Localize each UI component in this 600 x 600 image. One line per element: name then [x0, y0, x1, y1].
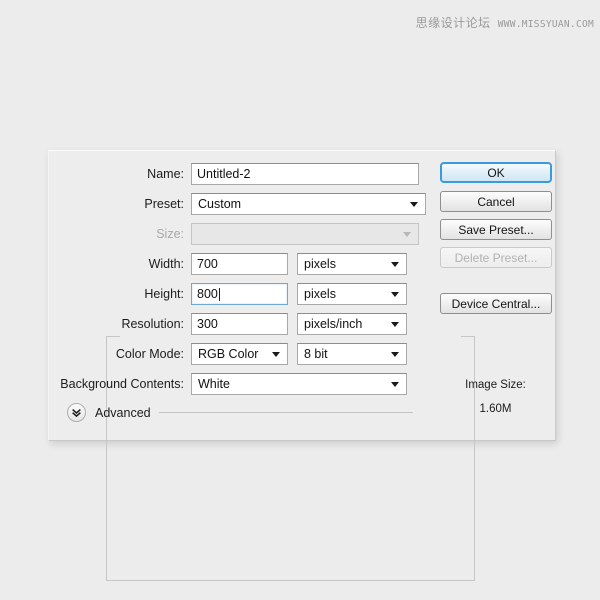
width-label: Width:: [148, 257, 184, 271]
resolution-row: Resolution: 300 pixels/inch: [49, 313, 407, 335]
resolution-label: Resolution:: [121, 317, 184, 331]
cancel-button[interactable]: Cancel: [440, 191, 552, 212]
width-unit-value: pixels: [304, 257, 336, 271]
new-document-dialog: Name: Untitled-2 Preset: Custom Size: Wi…: [48, 150, 557, 581]
advanced-divider: [158, 412, 413, 413]
preset-dropdown[interactable]: Custom: [191, 193, 426, 215]
preset-dropdown-value: Custom: [198, 197, 242, 211]
name-label: Name:: [147, 167, 184, 181]
delete-preset-button: Delete Preset...: [440, 247, 552, 268]
resolution-unit-dropdown[interactable]: pixels/inch: [297, 313, 407, 335]
chevron-down-icon: [391, 351, 399, 357]
preset-label: Preset:: [144, 197, 184, 211]
watermark: 思缘设计论坛 WWW.MISSYUAN.COM: [416, 14, 594, 31]
height-unit-value: pixels: [304, 287, 336, 301]
watermark-cn-text: 思缘设计论坛: [415, 16, 491, 30]
chevron-down-icon: [391, 321, 399, 327]
background-contents-row: Background Contents: White: [49, 373, 407, 395]
image-size-label: Image Size:: [465, 379, 526, 391]
bit-depth-value: 8 bit: [304, 347, 328, 361]
resolution-input[interactable]: 300: [191, 313, 288, 335]
background-contents-dropdown[interactable]: White: [191, 373, 407, 395]
advanced-section[interactable]: Advanced: [67, 403, 415, 422]
color-mode-dropdown[interactable]: RGB Color: [191, 343, 288, 365]
chevron-down-icon: [272, 351, 280, 357]
resolution-unit-value: pixels/inch: [304, 317, 363, 331]
save-preset-button[interactable]: Save Preset...: [440, 219, 552, 240]
watermark-url-text: WWW.MISSYUAN.COM: [497, 19, 594, 30]
preset-row: Preset: Custom: [49, 193, 426, 215]
bit-depth-dropdown[interactable]: 8 bit: [297, 343, 407, 365]
chevron-down-icon: [391, 261, 399, 267]
chevron-down-icon: [403, 231, 411, 237]
name-input[interactable]: Untitled-2: [191, 163, 419, 185]
name-input-value: Untitled-2: [197, 167, 251, 181]
color-mode-label: Color Mode:: [115, 347, 184, 361]
height-row: Height: 800 pixels: [49, 283, 407, 305]
advanced-label: Advanced: [95, 405, 151, 420]
background-contents-label: Background Contents:: [60, 377, 184, 391]
size-label: Size:: [156, 227, 184, 241]
color-mode-value: RGB Color: [198, 347, 259, 361]
dialog-button-column: OK Cancel Save Preset... Delete Preset..…: [434, 151, 557, 440]
size-row: Size:: [49, 223, 419, 245]
width-input-value: 700: [197, 257, 218, 271]
device-central-button[interactable]: Device Central...: [440, 293, 552, 314]
width-row: Width: 700 pixels: [49, 253, 407, 275]
background-contents-value: White: [198, 377, 230, 391]
color-mode-row: Color Mode: RGB Color 8 bit: [49, 343, 407, 365]
height-label: Height:: [144, 287, 184, 301]
chevron-down-icon: [410, 201, 418, 207]
width-input[interactable]: 700: [191, 253, 288, 275]
height-input-value: 800: [197, 287, 218, 301]
size-dropdown: [191, 223, 419, 245]
text-caret: [218, 287, 220, 301]
chevron-down-icon: [391, 291, 399, 297]
chevron-down-icon: [391, 381, 399, 387]
width-unit-dropdown[interactable]: pixels: [297, 253, 407, 275]
image-size-value: 1.60M: [479, 403, 512, 415]
name-row: Name: Untitled-2: [49, 163, 419, 185]
dialog-left-pane: Name: Untitled-2 Preset: Custom Size: Wi…: [49, 151, 427, 440]
height-input[interactable]: 800: [191, 283, 288, 305]
ok-button[interactable]: OK: [440, 162, 552, 183]
chevron-double-down-icon[interactable]: [67, 403, 86, 422]
resolution-input-value: 300: [197, 317, 218, 331]
height-unit-dropdown[interactable]: pixels: [297, 283, 407, 305]
